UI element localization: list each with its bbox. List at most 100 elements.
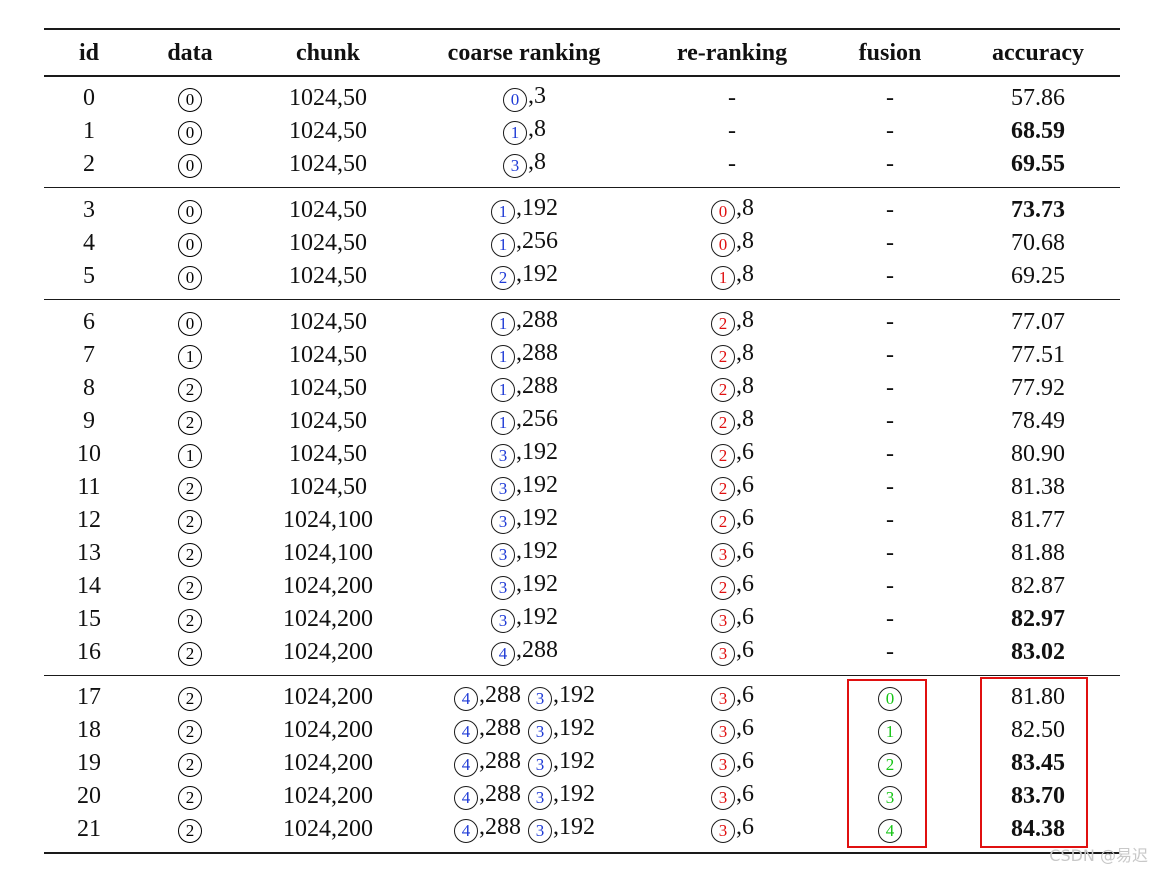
- circled-number: 2: [178, 687, 202, 711]
- header-rule: [44, 75, 1120, 77]
- data-cell: 0: [177, 262, 203, 290]
- data-cell: 2: [177, 638, 203, 666]
- circled-number: 2: [178, 642, 202, 666]
- circled-number: 0: [178, 88, 202, 112]
- coarse-ranking-cell: 4,288 3,192: [453, 716, 595, 744]
- data-cell: 2: [177, 749, 203, 777]
- data-cell: 0: [177, 196, 203, 224]
- accuracy-cell: 73.73: [1011, 197, 1065, 223]
- coarse-ranking-cell: 0,3: [502, 84, 546, 112]
- accuracy-cell: 57.86: [1011, 85, 1065, 111]
- circled-number: 1: [503, 121, 527, 145]
- cell-text: -: [886, 151, 894, 177]
- fusion-cell: -: [886, 640, 894, 664]
- cell-text: 288: [485, 781, 521, 807]
- chunk-cell: 1024,200: [283, 816, 373, 842]
- circled-number: 2: [178, 576, 202, 600]
- re-ranking-cell: 2,6: [710, 506, 754, 534]
- circled-number: 2: [711, 576, 735, 600]
- col-fusion-header: fusion: [858, 40, 922, 66]
- fusion-cell: -: [886, 508, 894, 532]
- coarse-ranking-cell: 1,288: [490, 308, 558, 336]
- bottom-rule: [44, 852, 1120, 854]
- group-rule: [44, 675, 1120, 677]
- accuracy-cell: 68.59: [1011, 118, 1065, 144]
- circled-number: 0: [178, 121, 202, 145]
- cell-text: 8: [534, 149, 546, 175]
- accuracy-cell: 77.51: [1011, 342, 1065, 368]
- circled-number: 3: [711, 609, 735, 633]
- accuracy-cell: 70.68: [1011, 230, 1065, 256]
- data-cell: 2: [177, 815, 203, 843]
- cell-text: 6: [742, 604, 754, 630]
- cell-text: 288: [485, 814, 521, 840]
- accuracy-cell: 83.02: [1011, 639, 1065, 665]
- circled-number: 1: [491, 345, 515, 369]
- chunk-cell: 1024,50: [289, 408, 367, 434]
- cell-text: -: [886, 342, 894, 368]
- fusion-cell: -: [886, 541, 894, 565]
- circled-number: 4: [454, 753, 478, 777]
- circled-number: 2: [711, 378, 735, 402]
- cell-text: 192: [559, 781, 595, 807]
- circled-number: 3: [528, 819, 552, 843]
- cell-text: -: [886, 118, 894, 144]
- chunk-cell: 1024,50: [289, 118, 367, 144]
- accuracy-cell: 69.25: [1011, 263, 1065, 289]
- data-cell: 0: [177, 117, 203, 145]
- cell-text: 6: [742, 439, 754, 465]
- re-ranking-cell: 2,8: [710, 407, 754, 435]
- row-id: 9: [83, 408, 95, 434]
- row-id: 5: [83, 263, 95, 289]
- data-cell: 2: [177, 473, 203, 501]
- row-id: 18: [77, 717, 101, 743]
- cell-text: 288: [522, 637, 558, 663]
- cell-text: 288: [522, 307, 558, 333]
- chunk-cell: 1024,50: [289, 197, 367, 223]
- row-id: 1: [83, 118, 95, 144]
- data-cell: 2: [177, 683, 203, 711]
- row-id: 13: [77, 540, 101, 566]
- fusion-cell: -: [886, 231, 894, 255]
- row-id: 16: [77, 639, 101, 665]
- re-ranking-cell: 3,6: [710, 683, 754, 711]
- circled-number: 0: [711, 200, 735, 224]
- circled-number: 3: [491, 477, 515, 501]
- accuracy-cell: 82.87: [1011, 573, 1065, 599]
- fusion-cell: -: [886, 198, 894, 222]
- cell-text: -: [886, 309, 894, 335]
- cell-text: -: [886, 639, 894, 665]
- re-ranking-cell: 3,6: [710, 782, 754, 810]
- row-id: 7: [83, 342, 95, 368]
- chunk-cell: 1024,50: [289, 342, 367, 368]
- cell-text: 6: [742, 538, 754, 564]
- coarse-ranking-cell: 3,192: [490, 572, 558, 600]
- circled-number: 1: [491, 200, 515, 224]
- data-cell: 2: [177, 539, 203, 567]
- fusion-cell: -: [886, 119, 894, 143]
- re-ranking-cell: 1,8: [710, 262, 754, 290]
- circled-number: 2: [178, 720, 202, 744]
- coarse-ranking-cell: 3,192: [490, 539, 558, 567]
- chunk-cell: 1024,100: [283, 540, 373, 566]
- cell-text: -: [886, 606, 894, 632]
- accuracy-cell: 81.88: [1011, 540, 1065, 566]
- circled-number: 0: [503, 88, 527, 112]
- re-ranking-cell: 2,6: [710, 440, 754, 468]
- re-ranking-cell: 3,6: [710, 605, 754, 633]
- cell-text: 192: [522, 538, 558, 564]
- chunk-cell: 1024,200: [283, 750, 373, 776]
- circled-number: 3: [528, 786, 552, 810]
- circled-number: 3: [711, 753, 735, 777]
- re-ranking-cell: 3,6: [710, 716, 754, 744]
- re-ranking-cell: -: [728, 152, 736, 176]
- circled-number: 4: [454, 786, 478, 810]
- coarse-ranking-cell: 4,288 3,192: [453, 683, 595, 711]
- cell-text: 8: [742, 340, 754, 366]
- re-ranking-cell: 2,8: [710, 308, 754, 336]
- circled-number: 0: [711, 233, 735, 257]
- fusion-cell: -: [886, 607, 894, 631]
- coarse-ranking-cell: 3,8: [502, 150, 546, 178]
- coarse-ranking-cell: 1,288: [490, 374, 558, 402]
- cell-text: 6: [742, 637, 754, 663]
